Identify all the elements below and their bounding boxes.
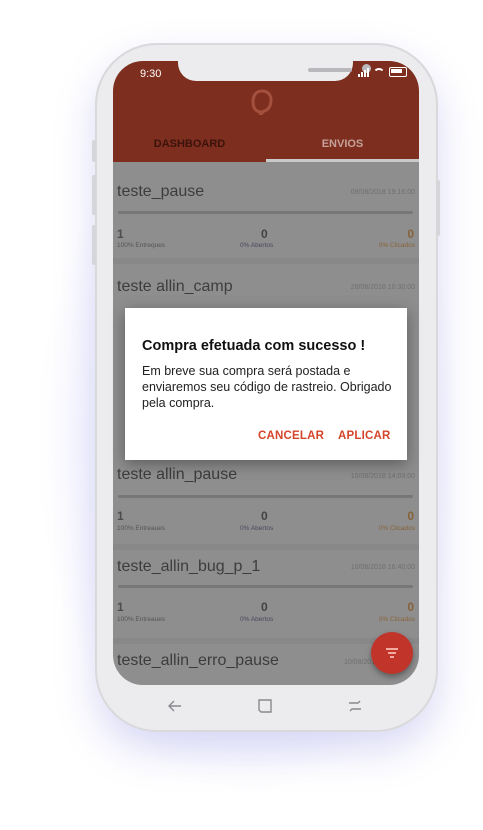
filter-button[interactable] <box>371 632 413 674</box>
status-time: 9:30 <box>140 68 162 80</box>
app-logo-icon <box>251 89 273 115</box>
tab-bar: DASHBOARD ENVIOS <box>113 129 419 162</box>
signal-icon <box>358 68 369 77</box>
tab-envios[interactable]: ENVIOS <box>266 129 419 162</box>
home-icon[interactable] <box>257 698 273 714</box>
app-header: 9:30 DASHBOARD ENVIOS <box>113 61 419 162</box>
back-arrow-icon[interactable] <box>166 698 184 714</box>
wifi-icon <box>373 68 385 77</box>
phone-volume-up <box>92 175 96 215</box>
dialog-title: Compra efetuada com sucesso ! <box>142 338 366 354</box>
success-dialog: Compra efetuada com sucesso ! Em breve s… <box>125 308 407 460</box>
speaker <box>308 68 352 72</box>
dialog-message: Em breve sua compra será postada e envia… <box>142 364 392 410</box>
tab-dashboard[interactable]: DASHBOARD <box>113 129 266 162</box>
filter-icon <box>386 648 398 660</box>
phone-side-button <box>92 140 96 162</box>
phone-volume-down <box>92 225 96 265</box>
phone-notch <box>178 61 371 81</box>
battery-icon <box>389 67 407 77</box>
cancel-button[interactable]: CANCELAR <box>258 430 324 442</box>
recents-icon[interactable] <box>346 698 364 714</box>
apply-button[interactable]: APLICAR <box>338 430 391 442</box>
status-icons <box>358 67 407 77</box>
phone-power-button <box>436 180 440 236</box>
